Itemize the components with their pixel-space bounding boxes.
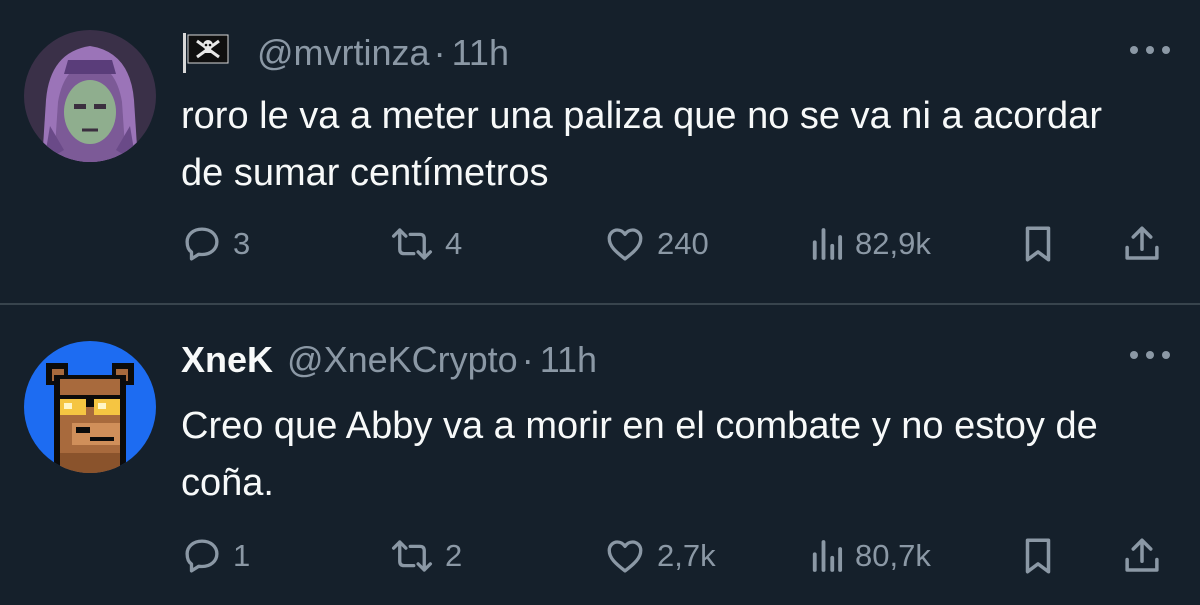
view-count: 80,7k xyxy=(855,538,931,573)
reply-icon xyxy=(185,227,219,261)
bookmark-button[interactable] xyxy=(1019,531,1057,581)
like-icon xyxy=(607,228,643,261)
reply-button[interactable]: 3 xyxy=(181,219,250,269)
more-icon[interactable] xyxy=(1130,44,1170,56)
pirate-flag-icon xyxy=(181,31,231,75)
retweet-icon xyxy=(391,228,433,260)
views-button[interactable]: 82,9k xyxy=(809,219,931,269)
tweet-text: Creo que Abby va a morir en el combate y… xyxy=(181,405,1098,504)
share-icon xyxy=(1125,226,1159,260)
retweet-count: 4 xyxy=(445,226,463,261)
retweet-button[interactable]: 2 xyxy=(389,531,462,581)
like-icon xyxy=(607,540,643,573)
views-icon xyxy=(812,228,843,260)
avatar[interactable] xyxy=(24,30,156,162)
like-count: 2,7k xyxy=(657,538,716,573)
bookmark-icon xyxy=(1025,226,1051,262)
reply-icon xyxy=(185,539,219,573)
view-count: 82,9k xyxy=(855,226,931,261)
separator: · xyxy=(521,339,534,380)
like-button[interactable]: 2,7k xyxy=(603,531,716,581)
reply-count: 3 xyxy=(233,226,251,261)
bookmark-button[interactable] xyxy=(1019,219,1057,269)
action-bar: 3 4 240 82,9k xyxy=(181,219,1171,269)
avatar[interactable] xyxy=(24,341,156,473)
timestamp[interactable]: 11h xyxy=(452,32,509,74)
user-handle[interactable]: @XneKCrypto xyxy=(287,339,518,381)
share-icon xyxy=(1125,538,1159,572)
more-icon[interactable] xyxy=(1130,349,1170,361)
share-button[interactable] xyxy=(1121,219,1163,269)
action-bar: 1 2 2,7k 80,7k xyxy=(181,531,1171,581)
tweet-header: XneK @XneKCrypto · 11h xyxy=(181,337,597,383)
retweet-count: 2 xyxy=(445,538,463,573)
tweet-header: @mvrtinza · 11h xyxy=(181,30,509,76)
display-name[interactable]: XneK xyxy=(181,339,273,381)
views-icon xyxy=(812,540,843,572)
tweet[interactable]: XneK @XneKCrypto · 11h Creo que Abby va … xyxy=(0,305,1200,605)
retweet-button[interactable]: 4 xyxy=(389,219,462,269)
timestamp[interactable]: 11h xyxy=(540,339,597,381)
bookmark-icon xyxy=(1025,538,1051,574)
retweet-icon xyxy=(391,540,433,572)
like-button[interactable]: 240 xyxy=(603,219,709,269)
like-count: 240 xyxy=(657,226,709,261)
reply-count: 1 xyxy=(233,538,251,573)
tweet[interactable]: @mvrtinza · 11h roro le va a meter una p… xyxy=(0,0,1200,303)
tweet-text: roro le va a meter una paliza que no se … xyxy=(181,95,1102,194)
user-handle[interactable]: @mvrtinza xyxy=(257,32,430,74)
separator: · xyxy=(433,32,446,73)
reply-button[interactable]: 1 xyxy=(181,531,250,581)
share-button[interactable] xyxy=(1121,531,1163,581)
views-button[interactable]: 80,7k xyxy=(809,531,931,581)
